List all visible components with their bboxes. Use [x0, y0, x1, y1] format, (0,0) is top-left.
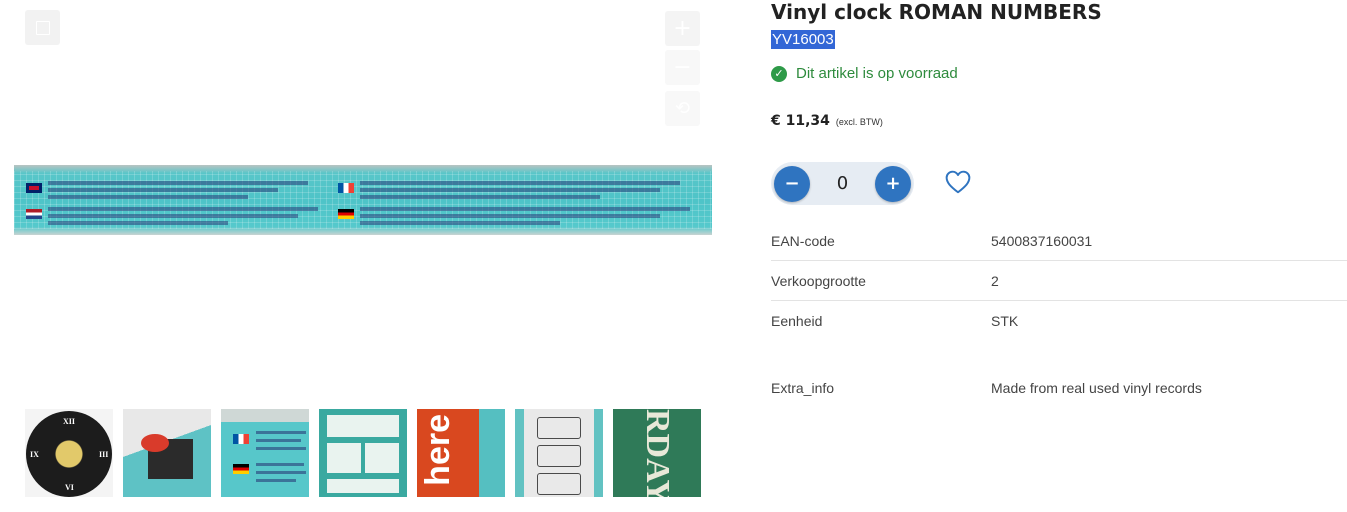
thumb-text: RDAY' [639, 409, 676, 497]
thumb-panel [365, 443, 399, 473]
thumb-box [537, 417, 581, 439]
de-flag-icon [338, 209, 354, 219]
spec-value: Made from real used vinyl records [991, 379, 1202, 396]
decrease-quantity-button[interactable]: − [774, 165, 810, 202]
spec-value: 2 [991, 272, 999, 289]
product-sku: YV16003 [771, 30, 835, 49]
thumb-badge [141, 434, 169, 452]
thumbnail-2[interactable] [123, 409, 211, 497]
thumbnail-6[interactable] [515, 409, 603, 497]
spec-table: EAN-code 5400837160031 Verkoopgrootte 2 … [771, 221, 1347, 340]
spec-key: EAN-code [771, 232, 835, 249]
thumb-box [537, 473, 581, 495]
spec-table-extra: Extra_info Made from real used vinyl rec… [771, 368, 1347, 407]
spec-key: Eenheid [771, 312, 823, 329]
spec-value: STK [991, 312, 1019, 329]
spec-row: EAN-code 5400837160031 [771, 221, 1347, 261]
fullscreen-icon [35, 20, 50, 35]
quantity-stepper: − + [771, 162, 914, 205]
thumb-text-line [256, 439, 301, 442]
fr-flag-icon [233, 434, 249, 444]
thumb-panel [327, 479, 399, 493]
product-gallery: + − ⟲ XII III VI IX here RDAY' [0, 0, 730, 512]
thumb-text-line [256, 471, 306, 474]
thumbnail-strip: XII III VI IX here RDAY' [25, 409, 701, 497]
thumb-panel [327, 443, 361, 473]
thumb-text-line [256, 447, 306, 450]
image-text-line [360, 221, 560, 225]
thumbnail-3[interactable] [221, 409, 309, 497]
thumb-text-line [256, 479, 296, 482]
spec-row: Verkoopgrootte 2 [771, 261, 1347, 301]
fr-flag-icon [338, 183, 354, 193]
spec-value: 5400837160031 [991, 232, 1093, 249]
nl-flag-icon [26, 209, 42, 219]
thumb-box [537, 445, 581, 467]
stock-status: ✓ Dit artikel is op voorraad [771, 65, 958, 82]
price-amount: € 11,34 [771, 113, 830, 129]
price-block: € 11,34 (excl. BTW) [771, 113, 883, 129]
uk-flag-icon [26, 183, 42, 193]
thumb-panel [327, 415, 399, 437]
image-text-line [48, 188, 278, 192]
quantity-input[interactable] [820, 172, 865, 195]
check-circle-icon: ✓ [771, 65, 787, 82]
thumbnail-1[interactable]: XII III VI IX [25, 409, 113, 497]
image-text-line [360, 195, 600, 199]
increase-quantity-button[interactable]: + [875, 165, 911, 202]
image-text-line [48, 214, 298, 218]
spec-key: Extra_info [771, 379, 835, 396]
spec-key: Verkoopgrootte [771, 272, 866, 289]
thumb-text: here [419, 414, 457, 486]
zoom-reset-button[interactable]: ⟲ [665, 91, 700, 126]
image-text-line [48, 221, 228, 225]
thumb-text-line [256, 431, 306, 434]
thumb-text-line [256, 463, 304, 466]
spec-row: Eenheid STK [771, 301, 1347, 340]
thumbnail-7[interactable]: RDAY' [613, 409, 701, 497]
image-text-line [360, 188, 660, 192]
image-text-line [48, 181, 308, 185]
image-text-line [360, 207, 690, 211]
main-product-image[interactable] [14, 165, 712, 235]
image-text-line [360, 214, 660, 218]
image-text-line [48, 207, 318, 211]
roman-numeral: XII [63, 417, 76, 426]
fullscreen-button[interactable] [25, 10, 60, 45]
image-text-line [48, 195, 248, 199]
wishlist-heart-icon[interactable] [945, 170, 971, 194]
price-vat-note: (excl. BTW) [835, 117, 883, 127]
thumbnail-5[interactable]: here [417, 409, 505, 497]
product-title: Vinyl clock ROMAN NUMBERS [771, 0, 1102, 24]
zoom-in-button[interactable]: + [665, 11, 700, 46]
roman-numeral: VI [65, 483, 74, 492]
image-text-line [360, 181, 680, 185]
thumbnail-4[interactable] [319, 409, 407, 497]
spec-row: Extra_info Made from real used vinyl rec… [771, 368, 1347, 407]
de-flag-icon [233, 464, 249, 474]
stock-status-text: Dit artikel is op voorraad [796, 65, 958, 82]
roman-numeral: IX [30, 450, 39, 459]
roman-numeral: III [99, 450, 109, 459]
zoom-out-button[interactable]: − [665, 50, 700, 85]
